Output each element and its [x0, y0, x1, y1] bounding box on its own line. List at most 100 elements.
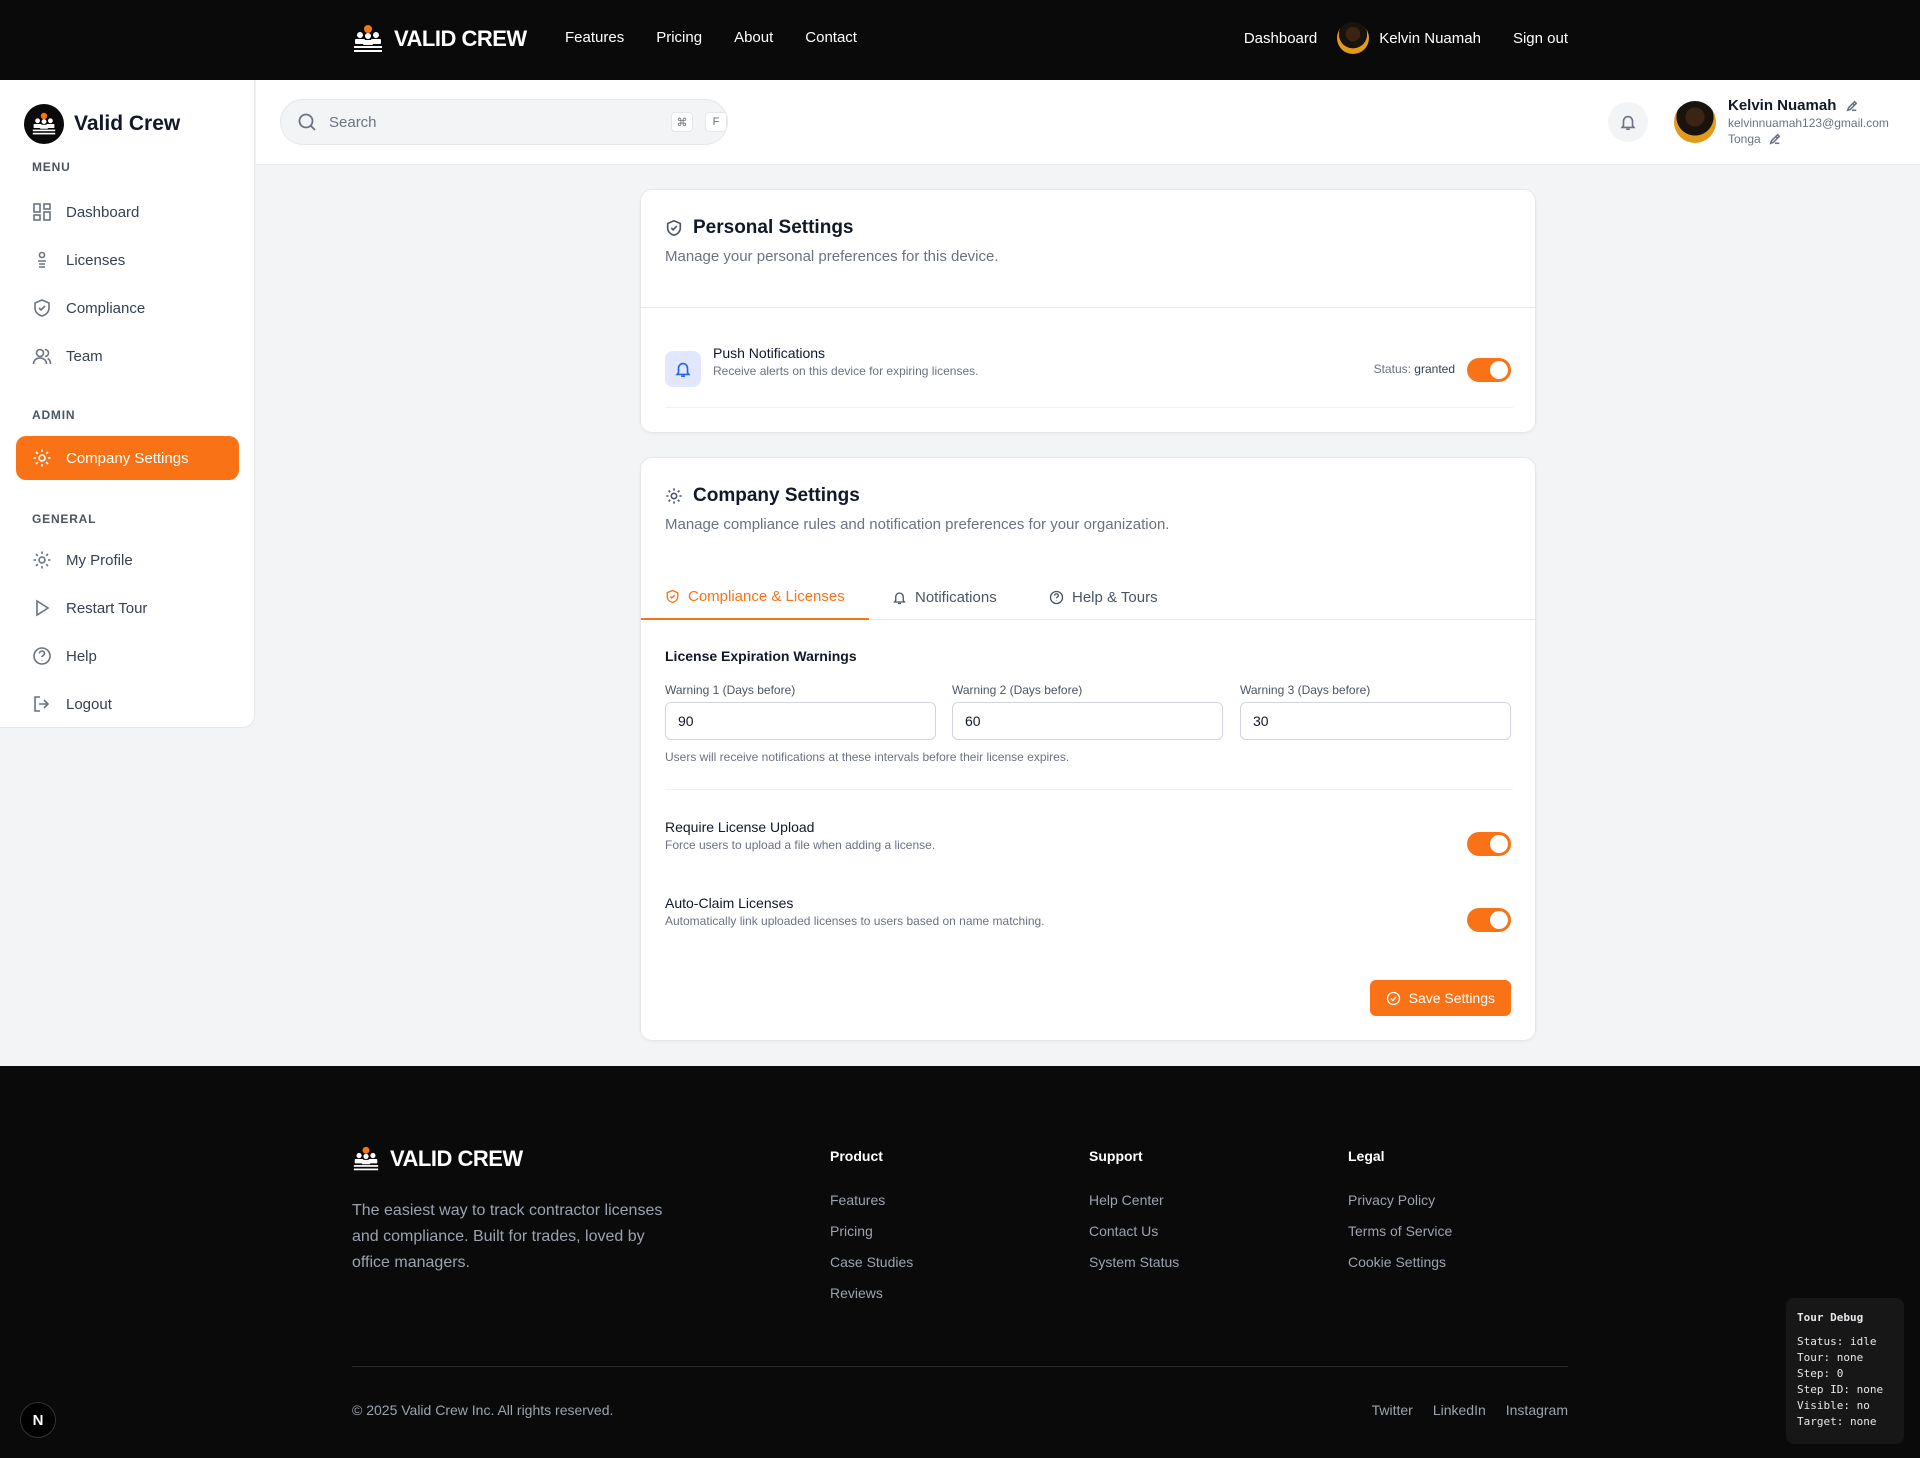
- dashboard-link[interactable]: Dashboard: [1244, 30, 1317, 47]
- header-user-info: Kelvin Nuamah kelvinnuamah123@gmail.com …: [1728, 97, 1889, 147]
- nextjs-dev-badge[interactable]: N: [20, 1402, 56, 1438]
- topnav-user[interactable]: Kelvin Nuamah: [1337, 22, 1481, 54]
- save-settings-button[interactable]: Save Settings: [1369, 980, 1511, 1016]
- warning-1-input[interactable]: [665, 702, 936, 740]
- sidebar-brand[interactable]: Valid Crew: [24, 104, 180, 144]
- sidebar-item-team[interactable]: Team: [16, 334, 239, 378]
- tour-debug-line: Target: none: [1797, 1415, 1877, 1428]
- play-icon: [36, 599, 50, 617]
- edit-location-icon[interactable]: [1769, 133, 1781, 145]
- edit-name-icon[interactable]: [1846, 100, 1858, 112]
- gear-icon: [33, 449, 51, 467]
- avatar: [1674, 101, 1716, 143]
- sidebar-item-restart-tour[interactable]: Restart Tour: [16, 586, 239, 630]
- kbd-cmd: ⌘: [671, 112, 693, 132]
- sidebar-item-label: Help: [66, 647, 97, 665]
- push-notification-icon-box: [665, 351, 701, 387]
- social-link-twitter[interactable]: Twitter: [1372, 1402, 1413, 1418]
- sidebar-item-compliance[interactable]: Compliance: [16, 286, 239, 330]
- brand-logo[interactable]: VALID CREW: [352, 24, 527, 54]
- footer-column-title: Support: [1089, 1148, 1143, 1164]
- push-status: Status: granted: [1374, 362, 1455, 376]
- shield-icon: [666, 589, 679, 603]
- topnav-user-name: Kelvin Nuamah: [1379, 29, 1481, 47]
- sidebar-item-label: Company Settings: [66, 449, 189, 467]
- footer-link-case-studies[interactable]: Case Studies: [830, 1254, 913, 1270]
- header-user[interactable]: Kelvin Nuamah kelvinnuamah123@gmail.com …: [1674, 97, 1889, 147]
- sidebar-item-label: My Profile: [66, 551, 133, 569]
- footer-column-legal: Legal Privacy Policy Terms of Service Co…: [1348, 1148, 1452, 1285]
- save-settings-label: Save Settings: [1408, 990, 1495, 1006]
- footer-link-privacy-policy[interactable]: Privacy Policy: [1348, 1192, 1452, 1208]
- search-bar[interactable]: ⌘ F: [280, 99, 728, 145]
- sidebar-item-label: Dashboard: [66, 203, 140, 221]
- footer-link-features[interactable]: Features: [830, 1192, 913, 1208]
- divider: [641, 307, 1535, 308]
- nav-link-about[interactable]: About: [734, 29, 773, 46]
- auto-claim-toggle[interactable]: [1467, 908, 1511, 932]
- sidebar: Valid Crew MENU Dashboard Licenses Compl…: [0, 80, 255, 728]
- tab-label: Help & Tours: [1072, 588, 1158, 606]
- company-settings-card: Company Settings Manage compliance rules…: [640, 457, 1536, 1041]
- divider: [665, 789, 1513, 790]
- personal-settings-subtitle: Manage your personal preferences for thi…: [665, 248, 999, 265]
- nav-link-pricing[interactable]: Pricing: [656, 29, 702, 46]
- admin-section-label: ADMIN: [32, 408, 76, 422]
- footer-brand-logo[interactable]: VALID CREW: [352, 1146, 523, 1172]
- footer-link-pricing[interactable]: Pricing: [830, 1223, 913, 1239]
- sign-out-link[interactable]: Sign out: [1513, 30, 1568, 47]
- warning-2-input[interactable]: [952, 702, 1223, 740]
- tour-debug-panel: Tour Debug Status: idle Tour: none Step:…: [1786, 1298, 1904, 1444]
- sidebar-item-company-settings[interactable]: Company Settings: [16, 436, 239, 480]
- social-link-linkedin[interactable]: LinkedIn: [1433, 1402, 1486, 1418]
- menu-section-label: MENU: [32, 160, 71, 174]
- footer-link-help-center[interactable]: Help Center: [1089, 1192, 1179, 1208]
- push-notifications-title: Push Notifications: [713, 345, 826, 361]
- warnings-help-text: Users will receive notifications at thes…: [665, 750, 1070, 764]
- settings-tabs: Compliance & Licenses Notifications Help…: [641, 574, 1535, 620]
- tab-help-tours[interactable]: Help & Tours: [1025, 574, 1182, 620]
- footer-link-contact-us[interactable]: Contact Us: [1089, 1223, 1179, 1239]
- brand-badge-icon: [24, 104, 64, 144]
- tab-compliance-licenses[interactable]: Compliance & Licenses: [641, 574, 869, 620]
- nav-link-features[interactable]: Features: [565, 29, 624, 46]
- primary-nav: Features Pricing About Contact: [565, 29, 857, 46]
- warnings-title: License Expiration Warnings: [665, 648, 857, 664]
- push-status-label: Status:: [1373, 362, 1411, 376]
- notifications-button[interactable]: [1608, 102, 1648, 142]
- users-icon: [32, 348, 52, 365]
- require-upload-subtitle: Force users to upload a file when adding…: [665, 838, 936, 852]
- require-upload-toggle[interactable]: [1467, 832, 1511, 856]
- push-status-value: granted: [1414, 362, 1455, 376]
- footer-link-cookie-settings[interactable]: Cookie Settings: [1348, 1254, 1452, 1270]
- search-input[interactable]: [329, 113, 659, 131]
- sidebar-item-licenses[interactable]: Licenses: [16, 238, 239, 282]
- bell-icon: [675, 362, 691, 378]
- sidebar-item-my-profile[interactable]: My Profile: [16, 538, 239, 582]
- auto-claim-title: Auto-Claim Licenses: [665, 895, 794, 911]
- kbd-f: F: [705, 112, 727, 132]
- bell-icon: [1620, 115, 1636, 131]
- footer-link-system-status[interactable]: System Status: [1089, 1254, 1179, 1270]
- footer-tagline: The easiest way to track contractor lice…: [352, 1202, 663, 1271]
- logout-icon: [34, 696, 50, 712]
- tab-label: Compliance & Licenses: [688, 587, 845, 605]
- personal-settings-card: Personal Settings Manage your personal p…: [640, 189, 1536, 433]
- sidebar-item-dashboard[interactable]: Dashboard: [16, 190, 239, 234]
- require-upload-title: Require License Upload: [665, 819, 815, 835]
- warning-3-input[interactable]: [1240, 702, 1511, 740]
- nav-link-contact[interactable]: Contact: [805, 29, 857, 46]
- sidebar-item-logout[interactable]: Logout: [16, 682, 239, 726]
- header-user-email: kelvinnuamah123@gmail.com: [1728, 116, 1889, 130]
- footer-link-terms[interactable]: Terms of Service: [1348, 1223, 1452, 1239]
- shield-icon: [34, 299, 50, 317]
- bell-icon: [893, 591, 906, 604]
- sidebar-item-label: Team: [66, 347, 103, 365]
- push-notifications-toggle[interactable]: [1467, 358, 1511, 382]
- sidebar-item-help[interactable]: Help: [16, 634, 239, 678]
- tab-notifications[interactable]: Notifications: [868, 574, 1021, 620]
- push-notifications-subtitle: Receive alerts on this device for expiri…: [713, 364, 979, 378]
- social-link-instagram[interactable]: Instagram: [1506, 1402, 1568, 1418]
- footer-link-reviews[interactable]: Reviews: [830, 1285, 913, 1301]
- warning-1-label: Warning 1 (Days before): [665, 683, 796, 697]
